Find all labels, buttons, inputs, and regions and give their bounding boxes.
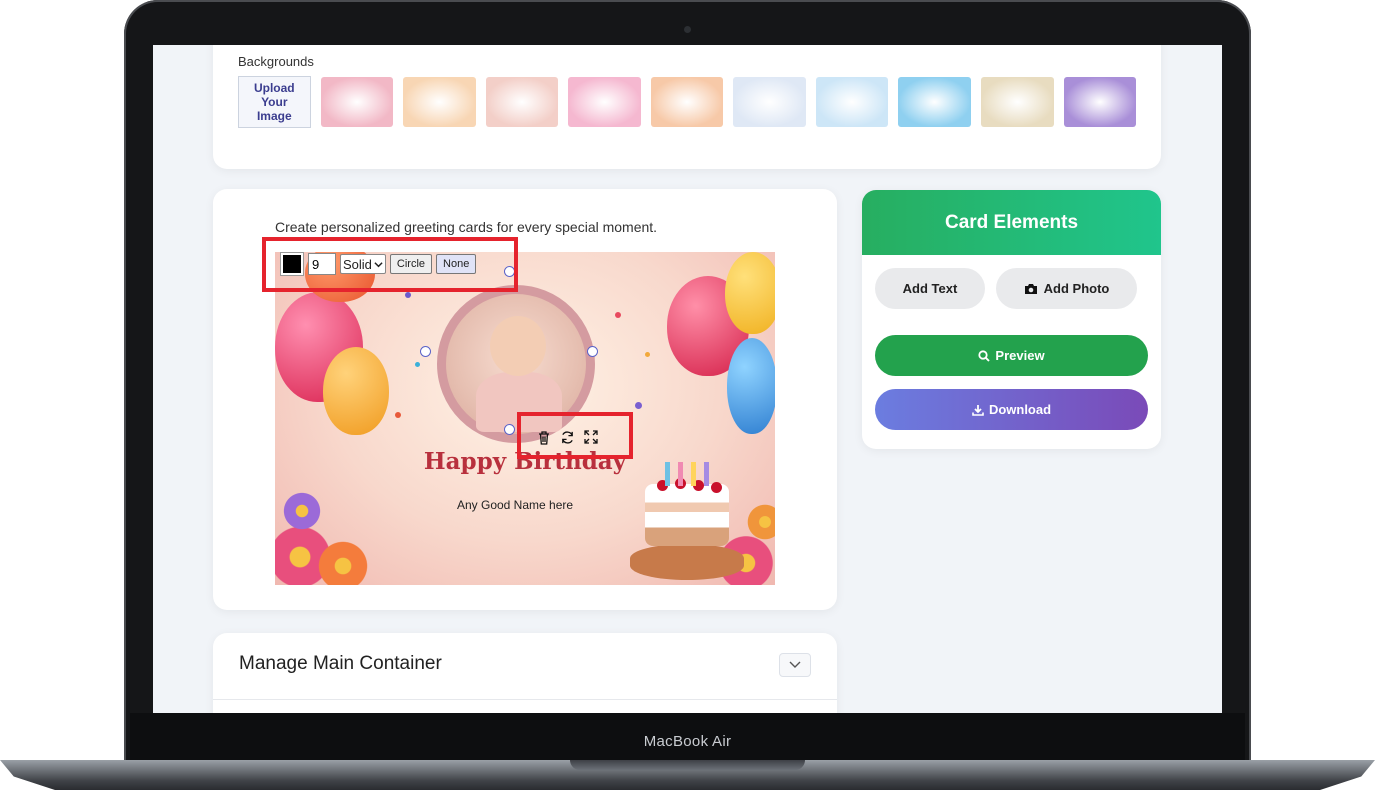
background-thumbnail[interactable] (568, 77, 641, 127)
background-thumbnail[interactable] (1063, 77, 1137, 127)
search-icon (978, 349, 991, 362)
resize-handle[interactable] (420, 346, 431, 357)
background-thumbnail[interactable] (320, 77, 394, 127)
confetti (615, 312, 621, 318)
balloon-decoration (725, 252, 775, 334)
preview-button[interactable]: Preview (875, 335, 1148, 376)
background-thumbnail[interactable] (485, 77, 559, 127)
manage-container-accordion[interactable]: Manage Main Container (213, 633, 837, 713)
editor-tagline: Create personalized greeting cards for e… (275, 219, 658, 235)
background-thumbnail[interactable] (403, 77, 476, 127)
card-name-text[interactable]: Any Good Name here (275, 498, 755, 512)
backgrounds-strip: Upload Your Image (238, 76, 1137, 128)
background-thumbnail[interactable] (733, 77, 806, 127)
backgrounds-title: Backgrounds (238, 54, 314, 69)
cake-plate (630, 544, 744, 580)
resize-handle[interactable] (587, 346, 598, 357)
card-elements-title: Card Elements (862, 190, 1161, 255)
balloon-decoration (727, 338, 775, 434)
confetti (405, 292, 411, 298)
laptop-notch (570, 760, 805, 770)
add-text-button[interactable]: Add Text (875, 268, 985, 309)
divider (213, 699, 837, 700)
laptop-model-label: MacBook Air (643, 733, 732, 750)
add-text-label: Add Text (902, 281, 958, 296)
background-thumbnail[interactable] (898, 77, 971, 127)
confetti (645, 352, 650, 357)
camera-icon (1024, 283, 1037, 294)
background-thumbnail[interactable] (650, 77, 724, 127)
download-icon (972, 404, 984, 416)
download-label: Download (988, 402, 1052, 417)
browser-screen: Backgrounds Upload Your Image Create per… (153, 45, 1222, 713)
preview-label: Preview (995, 348, 1045, 363)
add-photo-button[interactable]: Add Photo (996, 268, 1137, 309)
webcam-icon (684, 26, 691, 33)
add-photo-label: Add Photo (1043, 281, 1110, 296)
download-button[interactable]: Download (875, 389, 1148, 430)
manage-title: Manage Main Container (239, 653, 442, 674)
confetti (415, 362, 420, 367)
highlight-actions-box (517, 412, 633, 459)
confetti (635, 402, 642, 409)
accordion-toggle-button[interactable] (779, 653, 811, 677)
background-thumbnail[interactable] (980, 77, 1054, 127)
card-elements-panel: Card Elements Add Text Add Photo Preview… (862, 190, 1161, 449)
backgrounds-panel: Backgrounds Upload Your Image (213, 45, 1161, 169)
confetti (395, 412, 401, 418)
resize-handle[interactable] (504, 424, 515, 435)
flower-decoration (315, 538, 371, 585)
birthday-cake (645, 484, 729, 546)
chevron-down-icon (789, 661, 801, 668)
balloon-decoration (323, 347, 389, 435)
upload-image-button[interactable]: Upload Your Image (238, 76, 311, 128)
baby-face (490, 316, 546, 376)
background-thumbnail[interactable] (815, 77, 889, 127)
highlight-toolbar-box (262, 237, 518, 292)
